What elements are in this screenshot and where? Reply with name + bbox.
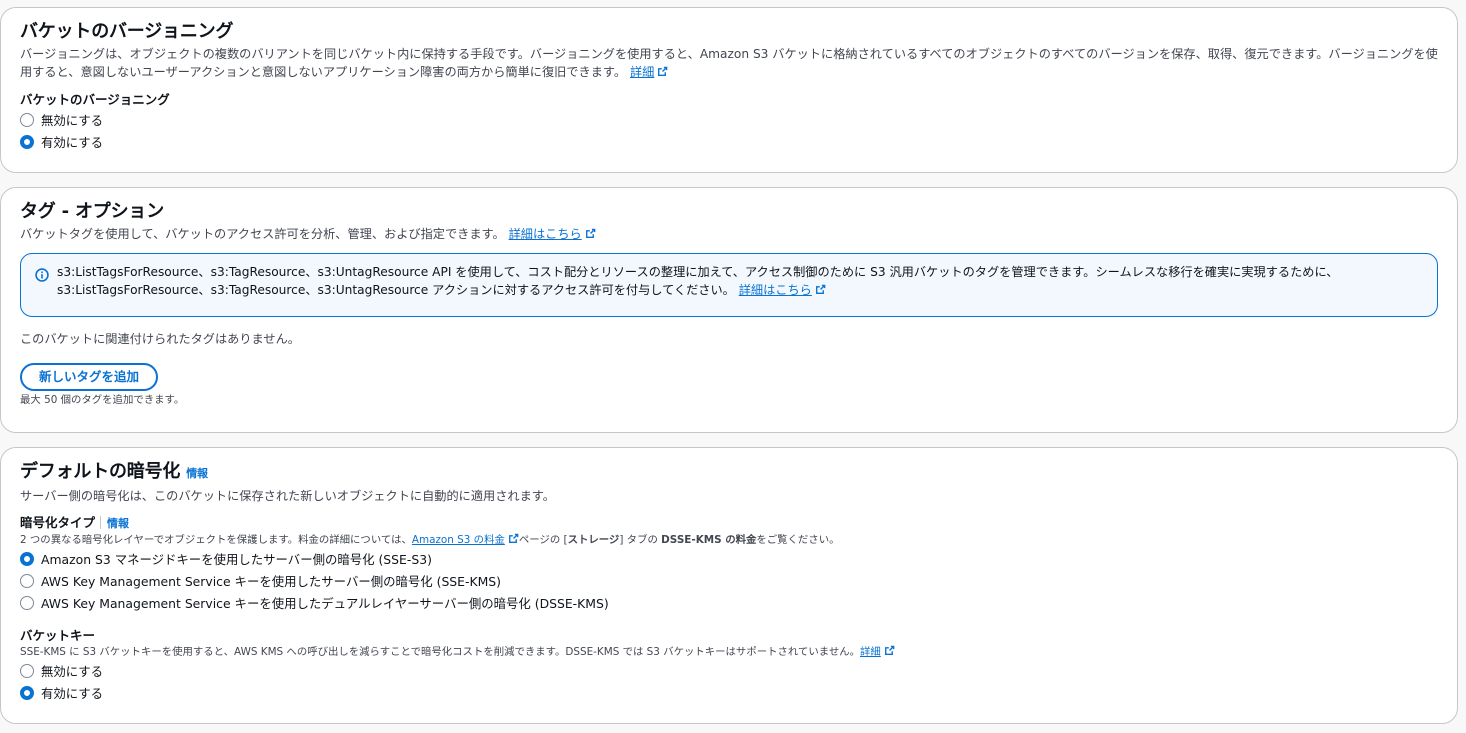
- external-link-icon: [884, 645, 895, 656]
- tags-description-text: バケットタグを使用して、バケットのアクセス許可を分析、管理、および指定できます。: [20, 227, 505, 241]
- encryption-type-header: 暗号化タイプ 情報: [20, 514, 1438, 533]
- sse-s3-option[interactable]: Amazon S3 マネージドキーを使用したサーバー側の暗号化 (SSE-S3): [20, 548, 1438, 570]
- bucket-key-radio-group: 無効にする 有効にする: [20, 660, 1438, 704]
- radio-button[interactable]: [20, 113, 34, 127]
- tags-alert-line2-container: s3:ListTagsForResource、s3:TagResource、s3…: [57, 281, 1338, 299]
- encryption-type-description: 2 つの異なる暗号化レイヤーでオブジェクトを保護します。料金の詳細については、A…: [20, 534, 840, 546]
- radio-button[interactable]: [20, 574, 34, 588]
- tags-learn-more-link[interactable]: 詳細はこちら: [509, 227, 596, 241]
- info-icon: [35, 268, 49, 282]
- external-link-icon: [585, 228, 596, 239]
- encryption-header: デフォルトの暗号化 情報: [20, 460, 1438, 486]
- bucket-key-label: バケットキー: [20, 628, 96, 643]
- tags-limit-text: 最大 50 個のタグを追加できます。: [20, 394, 185, 406]
- s3-pricing-link[interactable]: Amazon S3 の料金: [412, 534, 519, 546]
- encryption-type-label: 暗号化タイプ: [20, 515, 96, 530]
- tags-description: バケットタグを使用して、バケットのアクセス許可を分析、管理、および指定できます。…: [20, 225, 1438, 243]
- radio-button-selected[interactable]: [20, 552, 34, 566]
- tags-alert-learn-more-link[interactable]: 詳細はこちら: [739, 283, 826, 297]
- tags-info-alert: s3:ListTagsForResource、s3:TagResource、s3…: [20, 253, 1438, 317]
- tags-title: タグ - オプション: [20, 201, 165, 222]
- versioning-field-label: バケットのバージョニング: [20, 92, 170, 107]
- bucket-key-learn-more-link[interactable]: 詳細: [860, 646, 895, 658]
- external-link-icon: [657, 66, 668, 77]
- versioning-radio-group: 無効にする 有効にする: [20, 109, 1438, 153]
- bucket-key-disable-option[interactable]: 無効にする: [20, 660, 1438, 682]
- versioning-enable-label: 有効にする: [41, 135, 104, 150]
- encryption-type-radio-group: Amazon S3 マネージドキーを使用したサーバー側の暗号化 (SSE-S3)…: [20, 548, 1438, 614]
- versioning-enable-option[interactable]: 有効にする: [20, 131, 1438, 153]
- dsse-kms-option[interactable]: AWS Key Management Service キーを使用したデュアルレイ…: [20, 592, 1438, 614]
- tags-alert-text: s3:ListTagsForResource、s3:TagResource、s3…: [57, 263, 1338, 299]
- versioning-description: バージョニングは、オブジェクトの複数のバリアントを同じバケット内に保持する手段で…: [20, 45, 1438, 81]
- dsse-kms-label: AWS Key Management Service キーを使用したデュアルレイ…: [41, 596, 609, 611]
- bucket-key-description: SSE-KMS に S3 バケットキーを使用すると、AWS KMS への呼び出し…: [20, 645, 1438, 660]
- encryption-type-info-link[interactable]: 情報: [107, 517, 129, 530]
- versioning-title: バケットのバージョニング: [20, 21, 234, 42]
- tags-alert-line2: s3:ListTagsForResource、s3:TagResource、s3…: [57, 283, 735, 297]
- versioning-panel: バケットのバージョニング バージョニングは、オブジェクトの複数のバリアントを同じ…: [0, 7, 1458, 173]
- bucket-key-disable-label: 無効にする: [41, 664, 104, 679]
- radio-button-selected[interactable]: [20, 135, 34, 149]
- add-tag-button[interactable]: 新しいタグを追加: [20, 363, 159, 391]
- divider: [100, 516, 102, 529]
- bucket-key-enable-option[interactable]: 有効にする: [20, 682, 1438, 704]
- sse-kms-option[interactable]: AWS Key Management Service キーを使用したサーバー側の…: [20, 570, 1438, 592]
- tags-empty-text: このバケットに関連付けられたタグはありません。: [20, 332, 300, 346]
- versioning-disable-option[interactable]: 無効にする: [20, 109, 1438, 131]
- external-link-icon: [815, 284, 826, 295]
- external-link-icon: [508, 533, 519, 544]
- versioning-description-text: バージョニングは、オブジェクトの複数のバリアントを同じバケット内に保持する手段で…: [20, 47, 1438, 79]
- sse-kms-label: AWS Key Management Service キーを使用したサーバー側の…: [41, 574, 501, 589]
- radio-button-selected[interactable]: [20, 686, 34, 700]
- radio-button[interactable]: [20, 664, 34, 678]
- radio-button[interactable]: [20, 596, 34, 610]
- versioning-disable-label: 無効にする: [41, 113, 104, 128]
- tags-alert-line1: s3:ListTagsForResource、s3:TagResource、s3…: [57, 265, 1339, 279]
- tags-panel: タグ - オプション バケットタグを使用して、バケットのアクセス許可を分析、管理…: [0, 187, 1458, 433]
- encryption-panel: デフォルトの暗号化 情報 サーバー側の暗号化は、このバケットに保存された新しいオブ…: [0, 447, 1458, 724]
- encryption-title: デフォルトの暗号化: [20, 461, 181, 482]
- versioning-learn-more-link[interactable]: 詳細: [630, 65, 668, 79]
- sse-s3-label: Amazon S3 マネージドキーを使用したサーバー側の暗号化 (SSE-S3): [41, 552, 432, 567]
- add-tag-container: 新しいタグを追加: [20, 363, 1438, 391]
- encryption-info-link[interactable]: 情報: [186, 467, 208, 480]
- encryption-description: サーバー側の暗号化は、このバケットに保存された新しいオブジェクトに自動的に適用さ…: [20, 489, 555, 503]
- bucket-key-enable-label: 有効にする: [41, 686, 104, 701]
